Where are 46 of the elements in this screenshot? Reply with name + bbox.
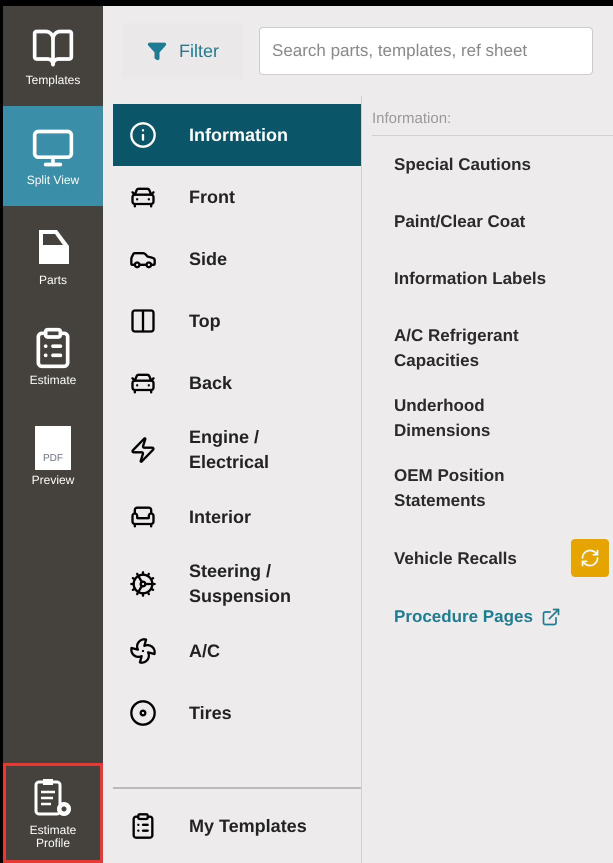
pdf-icon: PDF	[35, 426, 71, 470]
external-link-icon	[540, 606, 561, 626]
category-label: Steering / Suspension	[189, 560, 292, 608]
tire-icon	[129, 699, 157, 727]
category-item[interactable]: Steering / Suspension	[113, 548, 361, 620]
info-item[interactable]: Information Labels	[394, 266, 564, 290]
category-item[interactable]: Back	[113, 352, 361, 414]
category-label: A/C	[189, 640, 221, 662]
info-item[interactable]: Vehicle Recalls	[394, 546, 564, 570]
sidebar-label: Parts	[38, 274, 68, 286]
category-label: Side	[189, 248, 228, 270]
category-item[interactable]: A/C	[113, 620, 361, 682]
category-item[interactable]: Engine / Electrical	[113, 414, 361, 486]
sidebar-label: Split View	[26, 174, 80, 186]
category-item[interactable]: Top	[113, 290, 361, 352]
sidebar-label: Templates	[24, 74, 82, 86]
info-item[interactable]: Special Cautions	[394, 152, 564, 176]
category-item[interactable]: Tires	[113, 682, 361, 744]
category-label: Engine / Electrical	[189, 426, 270, 474]
sidebar-item[interactable]: Split View	[3, 106, 103, 206]
category-label: Back	[189, 372, 234, 394]
category-item[interactable]: Information	[113, 104, 361, 166]
category-label: Interior	[189, 506, 252, 528]
info-item[interactable]: A/C Refrigerant Capacities	[394, 323, 564, 373]
category-label: Information	[189, 124, 289, 146]
info-item[interactable]: Paint/Clear Coat	[394, 208, 564, 234]
panel-heading: Information:	[372, 108, 613, 136]
category-item[interactable]: Front	[113, 166, 361, 228]
category-label: Tires	[189, 702, 233, 724]
category-item[interactable]: Side	[113, 228, 361, 290]
category-item[interactable]: Interior	[113, 486, 361, 548]
my-templates-link[interactable]: My Templates	[189, 812, 307, 840]
info-item[interactable]: OEM Position Statements	[394, 463, 564, 513]
procedure-link[interactable]: Procedure Pages	[394, 604, 533, 630]
sidebar-label: Estimate	[28, 374, 78, 386]
search-field[interactable]: Search parts, templates, ref sheet	[259, 27, 593, 75]
fan-icon	[129, 637, 157, 665]
filter-icon	[147, 41, 167, 61]
sidebar-label: Preview	[30, 474, 76, 486]
sidebar-item[interactable]: Estimate Profile	[3, 763, 103, 863]
info-item[interactable]: Underhood Dimensions	[394, 393, 564, 443]
info-icon	[129, 121, 157, 149]
category-label: Front	[189, 186, 236, 208]
sidebar-label: Estimate Profile	[28, 824, 78, 850]
recall-badge-icon[interactable]	[571, 539, 609, 577]
category-label: Top	[189, 310, 222, 333]
